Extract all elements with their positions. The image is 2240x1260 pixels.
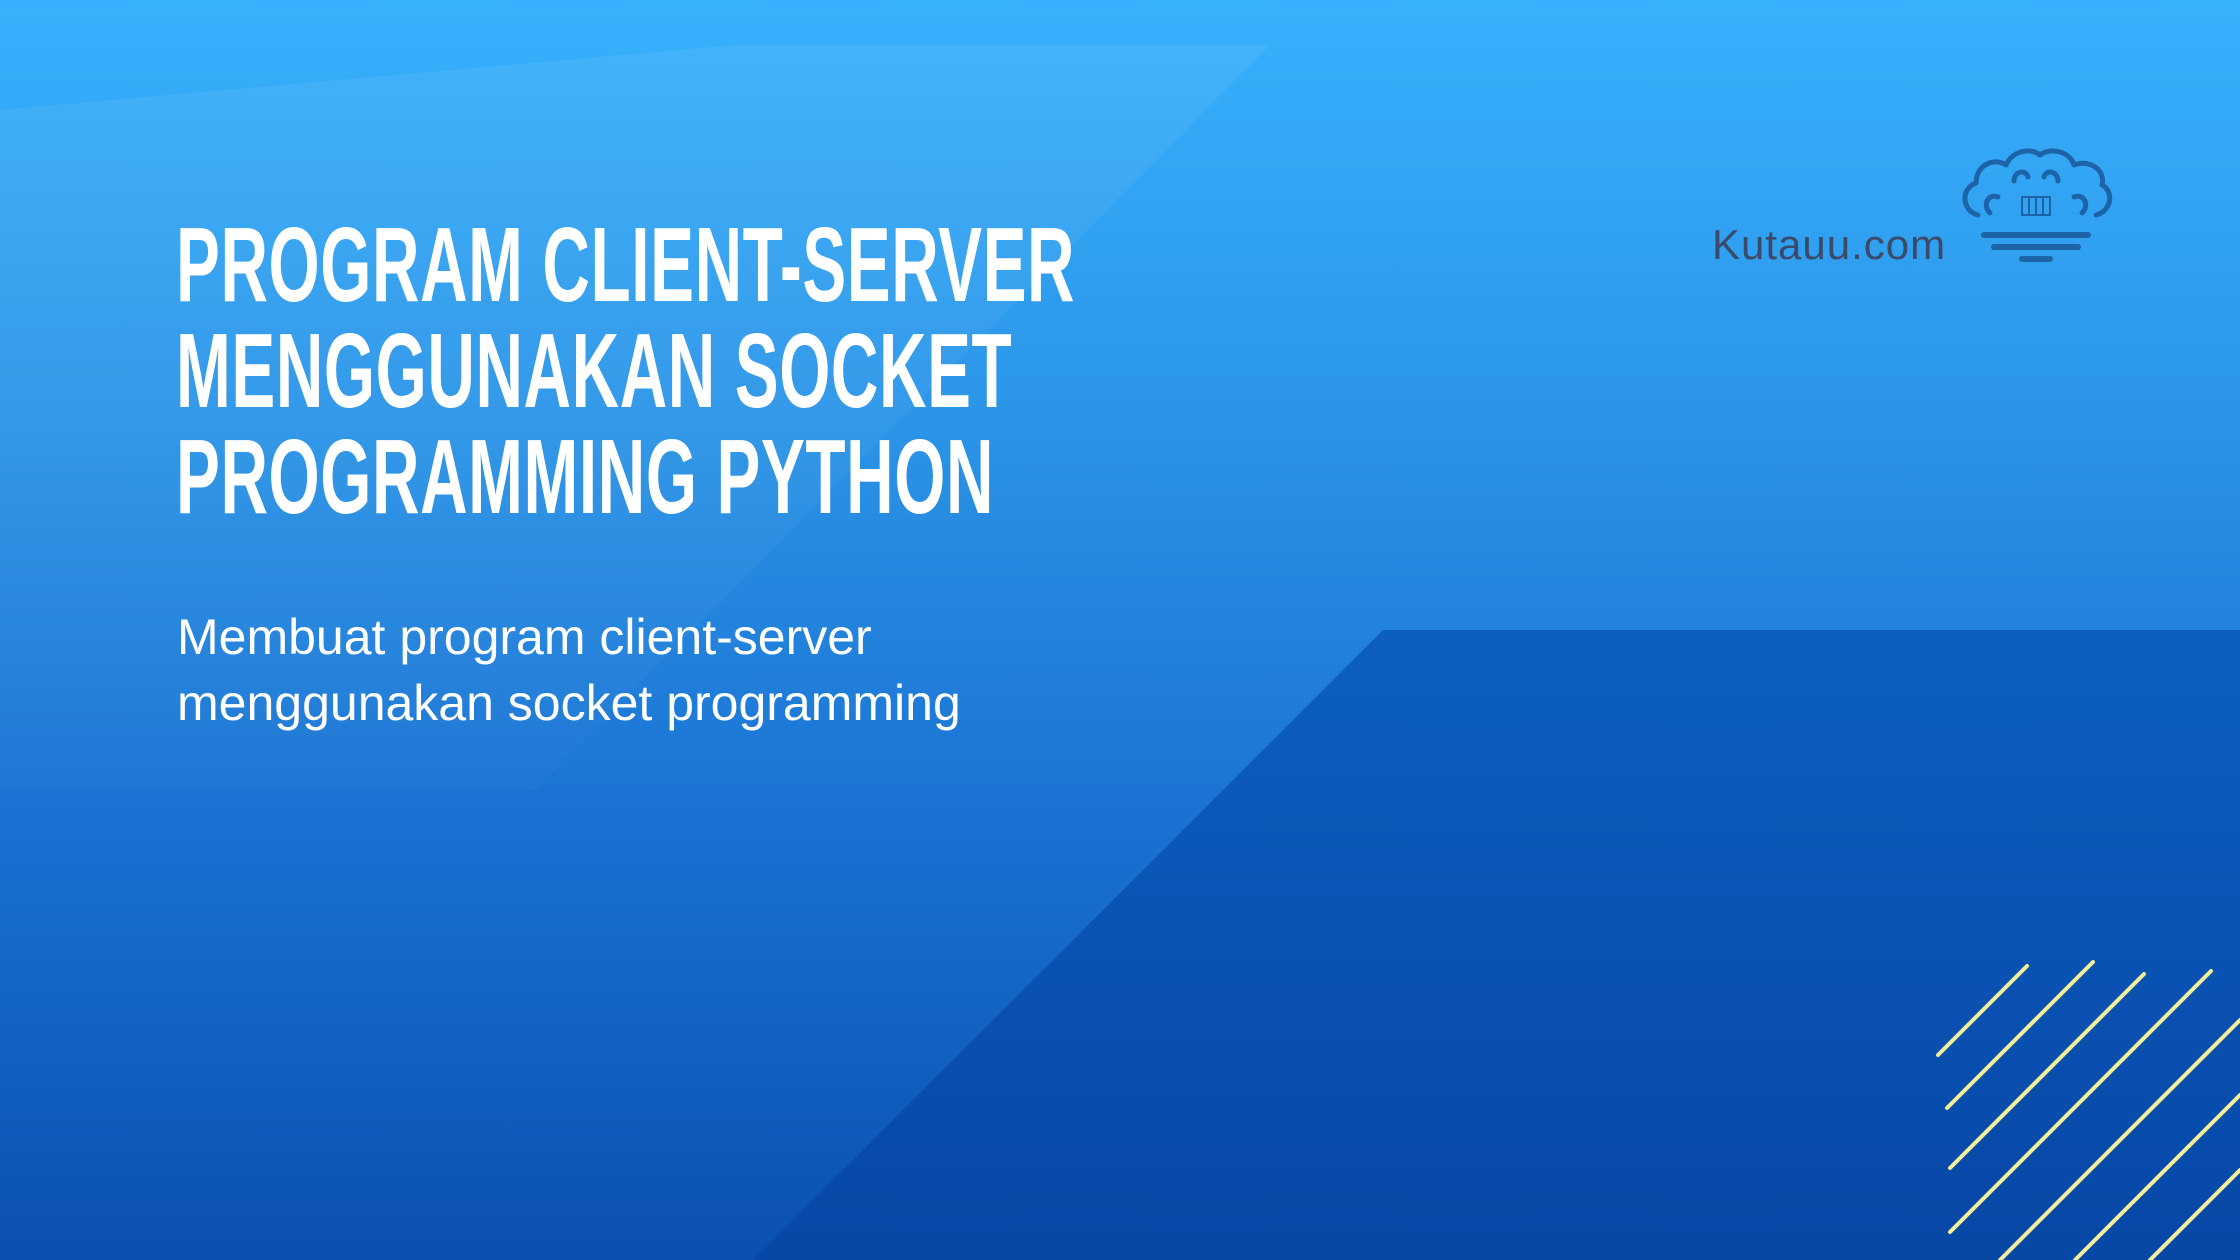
subtitle: Membuat program client-server menggunaka… xyxy=(177,604,1177,736)
headline-line-2: MENGGUNAKAN SOCKET xyxy=(176,312,1013,430)
headline-line-1: PROGRAM CLIENT-SERVER xyxy=(176,206,1076,324)
subtitle-line-2: menggunakan socket programming xyxy=(177,675,961,731)
banner: PROGRAM CLIENT-SERVER MENGGUNAKAN SOCKET… xyxy=(0,0,2240,1260)
cloud-logo-icon xyxy=(1962,148,2113,262)
headline-line-3: PROGRAMMING PYTHON xyxy=(176,418,995,536)
headline: PROGRAM CLIENT-SERVER MENGGUNAKAN SOCKET… xyxy=(176,206,1076,536)
brand-name: Kutauu.com xyxy=(1712,221,1947,268)
subtitle-line-1: Membuat program client-server xyxy=(177,609,872,665)
